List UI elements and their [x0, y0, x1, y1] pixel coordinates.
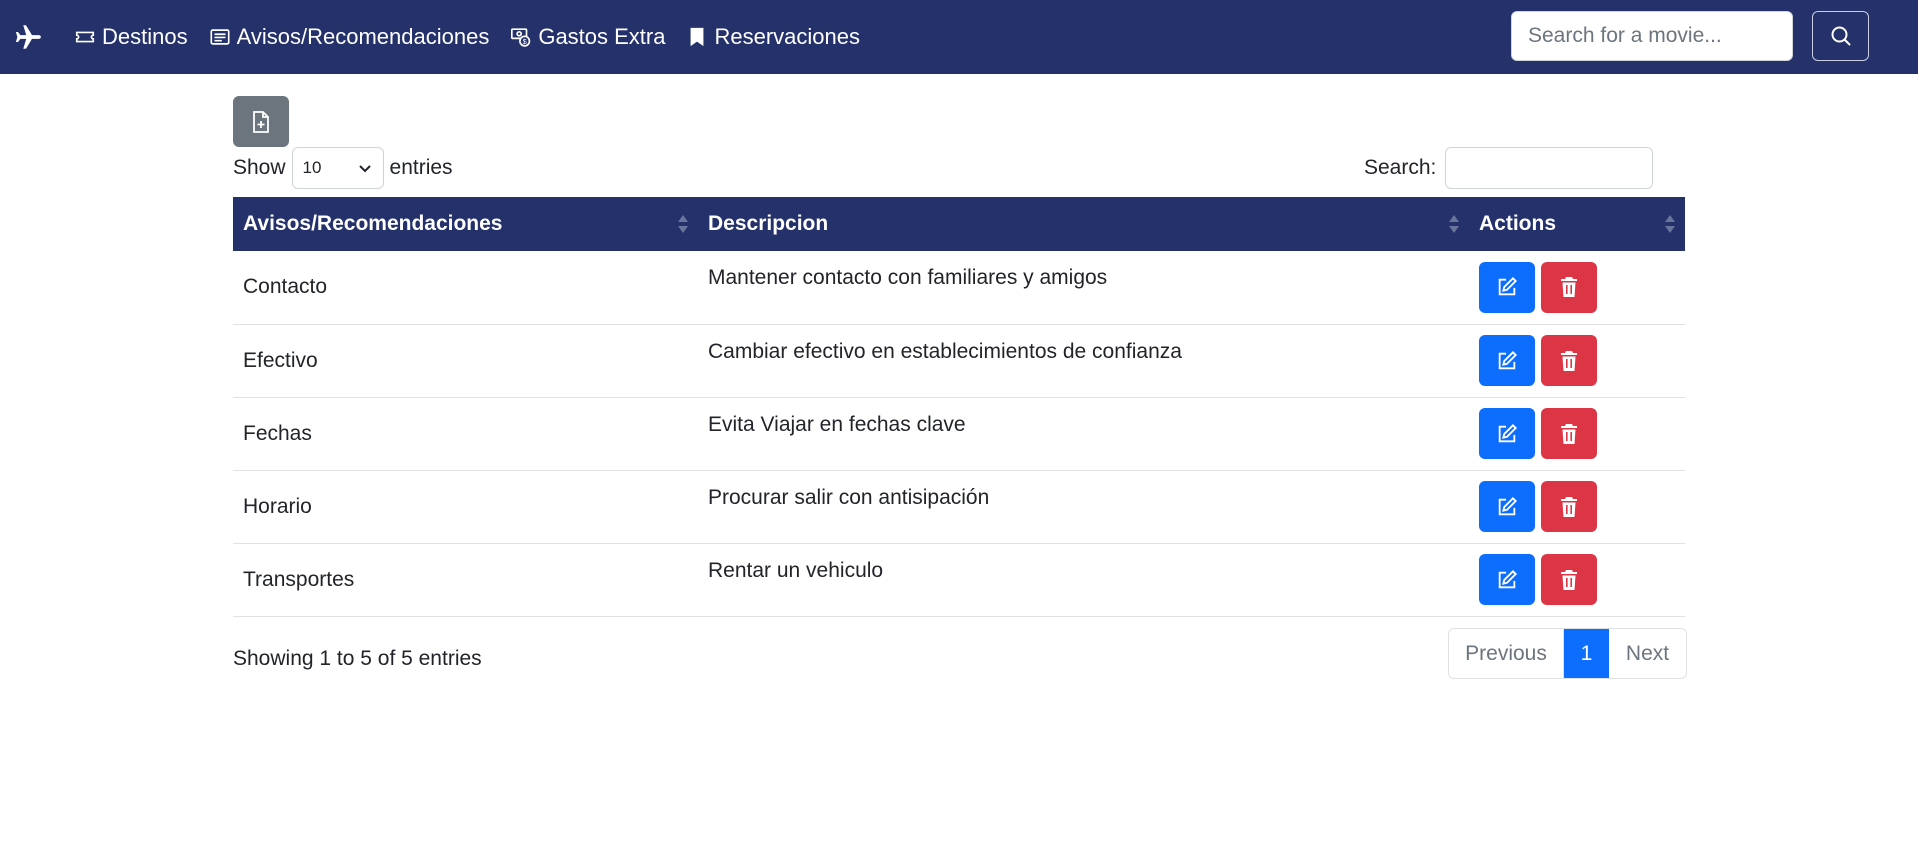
chevron-down-icon	[357, 160, 373, 176]
nav-link-label: Reservaciones	[714, 24, 860, 49]
nav-link-reservaciones[interactable]: Reservaciones	[685, 24, 860, 50]
trash-icon	[1559, 276, 1579, 298]
nav-link-avisos[interactable]: Avisos/Recomendaciones	[208, 24, 490, 50]
nav-link-label: Avisos/Recomendaciones	[236, 24, 490, 49]
row-actions	[1469, 543, 1685, 616]
delete-button[interactable]	[1541, 408, 1597, 459]
table-search-input[interactable]	[1445, 147, 1654, 189]
previous-page-button[interactable]: Previous	[1449, 629, 1564, 678]
svg-text:$: $	[523, 37, 527, 46]
row-actions	[1469, 324, 1685, 397]
edit-button[interactable]	[1479, 261, 1535, 313]
column-header-label: Actions	[1479, 212, 1557, 235]
ticket-icon	[73, 25, 97, 49]
pencil-square-icon	[1496, 569, 1518, 591]
row-description: Mantener contacto con familiares y amigo…	[708, 266, 1108, 289]
row-name: Horario	[243, 494, 312, 518]
pagination: Previous 1 Next	[1448, 628, 1687, 679]
column-header-avisos[interactable]: Avisos/Recomendaciones	[233, 197, 698, 251]
edit-button[interactable]	[1479, 408, 1535, 459]
trash-icon	[1559, 496, 1579, 518]
search-input[interactable]	[1511, 11, 1793, 61]
table-row: Efectivo Cambiar efectivo en establecimi…	[233, 324, 1685, 397]
row-name: Fechas	[243, 421, 312, 445]
length-suffix: entries	[389, 156, 453, 179]
nav-link-destinos[interactable]: Destinos	[73, 24, 188, 50]
trash-icon	[1559, 350, 1579, 372]
pencil-square-icon	[1496, 276, 1518, 298]
delete-button[interactable]	[1541, 261, 1597, 313]
page-1-button[interactable]: 1	[1564, 629, 1609, 678]
entries-select-value: 10	[302, 158, 322, 177]
column-header-descripcion[interactable]: Descripcion	[698, 197, 1469, 251]
edit-button[interactable]	[1479, 335, 1535, 386]
pencil-square-icon	[1496, 350, 1518, 372]
row-actions	[1469, 397, 1685, 470]
length-prefix: Show	[233, 156, 286, 179]
row-name: Contacto	[243, 275, 328, 299]
sort-icon	[678, 215, 688, 235]
nav-link-label: Destinos	[102, 24, 188, 49]
sort-icon	[1449, 215, 1459, 235]
nav-link-gastos[interactable]: $ Gastos Extra	[509, 24, 665, 50]
add-aviso-button[interactable]	[233, 96, 289, 147]
file-plus-icon	[250, 110, 272, 134]
row-description: Evita Viajar en fechas clave	[708, 412, 966, 436]
nav-link-label: Gastos Extra	[538, 24, 666, 49]
entries-length: Show 10 entries	[233, 147, 453, 189]
column-header-label: Avisos/Recomendaciones	[243, 212, 503, 235]
table-filter: Search:	[1364, 147, 1654, 189]
entries-select[interactable]: 10	[291, 147, 384, 189]
row-description: Cambiar efectivo en establecimientos de …	[708, 339, 1182, 363]
navbar: Destinos Avisos/Recomendaciones $ Gastos…	[0, 0, 1918, 74]
row-name: Transportes	[243, 567, 355, 591]
edit-button[interactable]	[1479, 481, 1535, 532]
row-actions	[1469, 251, 1685, 324]
bookmark-icon	[685, 25, 709, 49]
delete-button[interactable]	[1541, 335, 1597, 386]
search-icon	[1829, 24, 1853, 48]
delete-button[interactable]	[1541, 554, 1597, 605]
table-row: Contacto Mantener contacto con familiare…	[233, 251, 1685, 324]
row-actions	[1469, 470, 1685, 543]
next-page-button[interactable]: Next	[1609, 629, 1686, 678]
table-info: Showing 1 to 5 of 5 entries	[233, 647, 482, 670]
row-name: Efectivo	[243, 348, 318, 372]
search-button[interactable]	[1812, 11, 1869, 61]
trash-icon	[1559, 569, 1579, 591]
pencil-square-icon	[1496, 496, 1518, 518]
card-text-icon	[208, 25, 232, 49]
avisos-table: Avisos/Recomendaciones Descripcion Actio…	[233, 197, 1685, 617]
trash-icon	[1559, 423, 1579, 445]
table-row: Fechas Evita Viajar en fechas clave	[233, 397, 1685, 470]
cash-coin-icon: $	[509, 25, 533, 49]
table-row: Transportes Rentar un vehiculo	[233, 543, 1685, 616]
pencil-square-icon	[1496, 423, 1518, 445]
sort-icon	[1665, 215, 1675, 235]
filter-label: Search:	[1364, 156, 1437, 179]
plane-icon[interactable]	[14, 22, 44, 52]
row-description: Rentar un vehiculo	[708, 558, 884, 582]
column-header-actions[interactable]: Actions	[1469, 197, 1685, 251]
row-description: Procurar salir con antisipación	[708, 485, 990, 509]
delete-button[interactable]	[1541, 481, 1597, 532]
table-header-row: Avisos/Recomendaciones Descripcion Actio…	[233, 197, 1685, 251]
edit-button[interactable]	[1479, 554, 1535, 605]
table-row: Horario Procurar salir con antisipación	[233, 470, 1685, 543]
column-header-label: Descripcion	[708, 212, 829, 235]
